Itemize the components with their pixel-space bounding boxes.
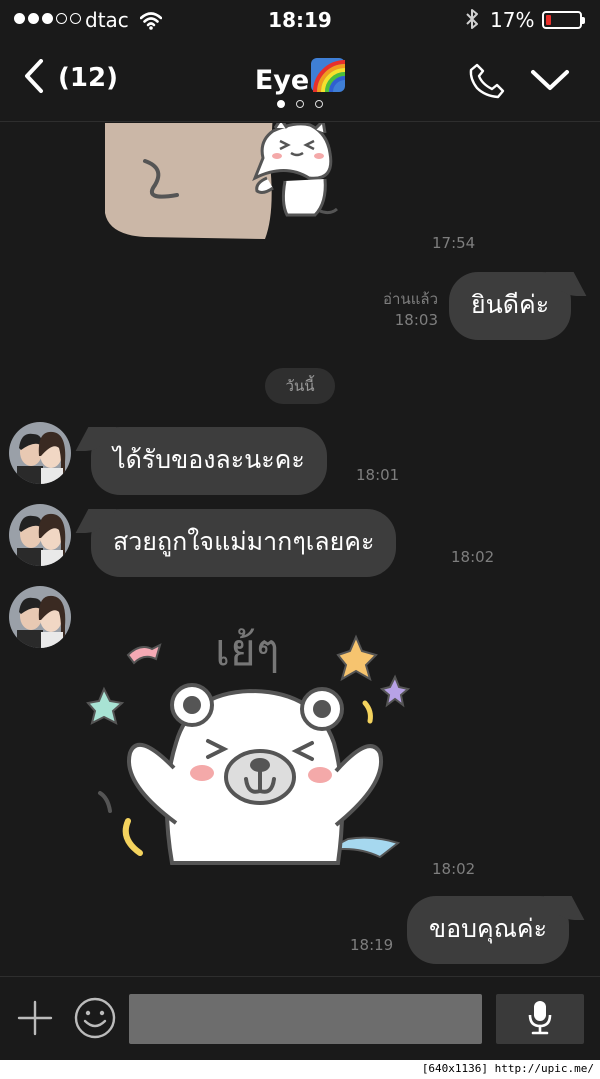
message-time: 18:02	[451, 548, 495, 566]
page-indicator	[0, 100, 600, 108]
incoming-message-bubble[interactable]: สวยถูกใจแม่มากๆเลยคะ	[91, 509, 397, 577]
message-time: 17:54	[432, 234, 476, 252]
page-dot	[277, 100, 285, 108]
phone-icon	[468, 63, 506, 104]
message-text: สวยถูกใจแม่มากๆเลยคะ	[113, 527, 375, 556]
chat-header: (12) Eye	[0, 42, 600, 122]
plus-icon	[16, 1000, 54, 1041]
outgoing-message-bubble[interactable]: ยินดีค่ะ	[449, 272, 572, 340]
attach-button[interactable]	[16, 999, 54, 1041]
emoji-button[interactable]	[73, 996, 117, 1044]
message-time: 18:03	[394, 311, 438, 329]
battery-percent: 17%	[490, 8, 535, 32]
bluetooth-icon	[464, 7, 480, 36]
read-label: อ่านแล้ว	[383, 290, 438, 308]
status-bar: dtac 18:19 17%	[0, 0, 600, 42]
message-time: 18:01	[356, 466, 400, 484]
message-text: ยินดีค่ะ	[471, 290, 550, 319]
menu-toggle-button[interactable]	[530, 68, 570, 96]
message-text: ขอบคุณค่ะ	[429, 914, 548, 943]
bear-cheering-sticker[interactable]: เย้ๆ	[80, 593, 425, 877]
message-list[interactable]: 17:54 อ่านแล้ว 18:03 ยินดีค่ะ วันนี้ ได้…	[0, 123, 600, 976]
chevron-down-icon	[530, 70, 570, 96]
chat-title[interactable]: Eye	[0, 58, 600, 99]
avatar[interactable]	[9, 422, 71, 484]
cat-hugging-sticker[interactable]	[95, 123, 355, 245]
message-time: 18:02	[432, 860, 476, 878]
watermark-bar: [640x1136] http://upic.me/	[0, 1060, 600, 1079]
rainbow-emoji	[311, 58, 346, 99]
message-input[interactable]	[129, 994, 482, 1044]
watermark-text: [640x1136] http://upic.me/	[421, 1062, 594, 1075]
avatar[interactable]	[9, 504, 71, 566]
battery-icon	[542, 11, 585, 29]
message-input-bar	[0, 976, 600, 1060]
date-separator: วันนี้	[265, 368, 335, 404]
message-text: ได้รับของละนะคะ	[113, 445, 305, 474]
microphone-icon	[527, 999, 553, 1039]
contact-name: Eye	[254, 65, 310, 96]
avatar[interactable]	[9, 586, 71, 648]
incoming-message-bubble[interactable]: ได้รับของละนะคะ	[91, 427, 327, 495]
emoji-icon	[73, 997, 117, 1044]
sticker-caption: เย้ๆ	[215, 625, 279, 676]
message-time: 18:19	[350, 936, 394, 954]
page-dot	[315, 100, 323, 108]
read-receipt: อ่านแล้ว 18:03	[370, 289, 438, 331]
battery-level-fill	[546, 15, 552, 25]
page-dot	[296, 100, 304, 108]
chat-screen: dtac 18:19 17% (12) Eye 17:54 อ่านแล้ว 1…	[0, 0, 600, 1060]
call-button[interactable]	[468, 62, 506, 104]
voice-message-button[interactable]	[496, 994, 584, 1044]
outgoing-message-bubble[interactable]: ขอบคุณค่ะ	[407, 896, 570, 964]
